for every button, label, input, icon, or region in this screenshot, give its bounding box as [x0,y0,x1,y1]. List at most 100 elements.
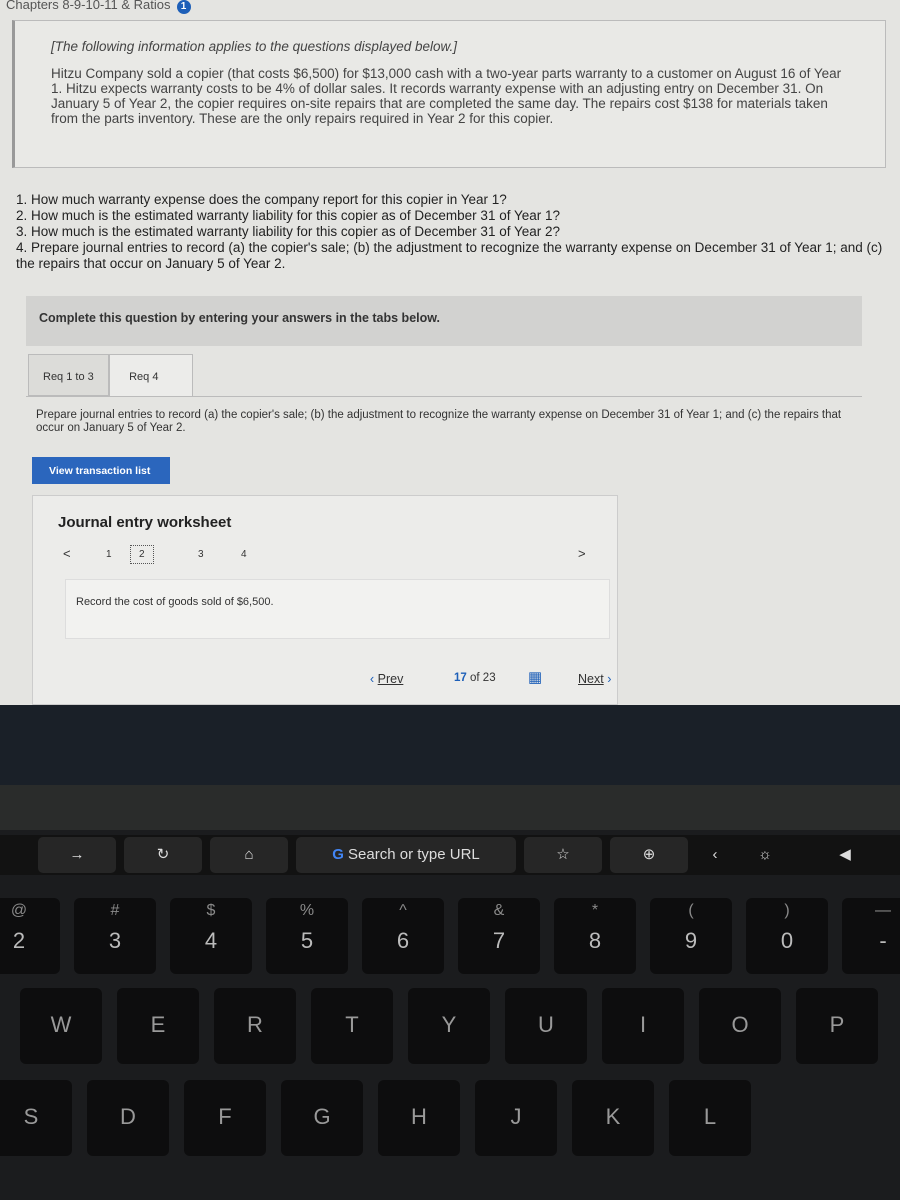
total-questions: 23 [482,672,496,684]
key-shift-label: # [110,902,120,919]
key-label: J [510,1104,522,1129]
brightness-icon[interactable]: ☼ [740,837,790,873]
key-label: O [731,1012,749,1037]
key-label: 0 [780,928,794,953]
pager-page-1[interactable]: 1 [106,549,112,560]
pager-next-button[interactable]: > [578,546,586,561]
tab-req-4[interactable]: Req 4 [108,354,193,396]
chevron-left-icon: ‹ [370,672,375,686]
key-u[interactable]: U [505,988,587,1064]
key-h[interactable]: H [378,1080,460,1156]
key-y[interactable]: Y [408,988,490,1064]
breadcrumb[interactable]: Chapters 8-9-10-11 & Ratios 1 [6,0,191,14]
key-d[interactable]: D [87,1080,169,1156]
info-badge[interactable]: 1 [176,0,191,14]
key-g[interactable]: G [281,1080,363,1156]
question-1: 1. How much warranty expense does the co… [16,192,507,207]
key-label: Y [441,1012,457,1037]
next-button[interactable]: Next › [578,672,611,686]
key-label: - [879,928,887,953]
key-label: D [120,1104,136,1129]
prev-button[interactable]: ‹ Prev [370,672,403,686]
pager-page-4[interactable]: 4 [241,549,247,560]
question-list: 1. How much warranty expense does the co… [16,192,886,272]
key-r[interactable]: R [214,988,296,1064]
key-j[interactable]: J [475,1080,557,1156]
key-e[interactable]: E [117,988,199,1064]
info-intro: [The following information applies to th… [51,39,457,54]
key-label: K [605,1104,621,1129]
key-shift-label: @ [10,902,28,919]
key-0[interactable]: @2 [0,898,60,974]
key-label: E [150,1012,166,1037]
key-t[interactable]: T [311,988,393,1064]
pager-page-3[interactable]: 3 [198,549,204,560]
key-shift-label: * [591,902,599,919]
url-search-button[interactable]: G Search or type URL [296,837,516,873]
key-label: 5 [300,928,314,953]
of-label: of [470,672,480,684]
google-icon: G [332,846,344,863]
reload-icon[interactable]: ↻ [124,837,202,873]
tab-req-1-3[interactable]: Req 1 to 3 [28,354,109,396]
key-w[interactable]: W [20,988,102,1064]
key-l[interactable]: L [669,1080,751,1156]
grid-icon[interactable]: ▦ [528,668,542,686]
key-label: S [23,1104,39,1129]
info-box: [The following information applies to th… [12,20,886,168]
key-8[interactable]: ) 0 [746,898,828,974]
key-label: L [703,1104,717,1129]
key-3[interactable]: % 5 [266,898,348,974]
breadcrumb-text: Chapters 8-9-10-11 & Ratios [6,0,171,12]
pager-prev-button[interactable]: < [63,546,71,561]
key-o[interactable]: O [699,988,781,1064]
url-placeholder: Search or type URL [348,846,480,863]
key-label: 8 [588,928,602,953]
key-shift-label: ( [688,902,694,919]
key-label: R [247,1012,263,1037]
next-label: Next [578,672,604,686]
key-label: G [313,1104,331,1129]
worksheet-title: Journal entry worksheet [58,514,232,531]
key-label: 4 [204,928,218,953]
key-shift-label: & [493,902,505,919]
req-4-panel: Prepare journal entries to record (a) th… [26,396,862,706]
key-f[interactable]: F [184,1080,266,1156]
key-label: 7 [492,928,506,953]
home-icon[interactable]: ⌂ [210,837,288,873]
key-shift-label: ) [784,902,790,919]
key-k[interactable]: K [572,1080,654,1156]
key-i[interactable]: I [602,988,684,1064]
key-label: 3 [108,928,122,953]
key-9[interactable]: — - [842,898,900,974]
pager-page-2[interactable]: 2 [130,545,154,564]
key-label: H [411,1104,427,1129]
forward-icon[interactable]: → [38,837,116,873]
key-p[interactable]: P [796,988,878,1064]
key-shift-label: ^ [399,902,407,919]
new-tab-plus-icon[interactable]: ⊕ [610,837,688,873]
collapse-chevron-icon[interactable]: ‹ [700,837,730,873]
laptop-hinge [0,785,900,830]
key-7[interactable]: (9 [650,898,732,974]
key-label: 6 [396,928,410,953]
instructions-banner: Complete this question by entering your … [26,296,862,346]
chevron-right-icon: › [607,672,612,686]
prev-label: Prev [377,672,404,686]
key-shift-label: $ [206,902,216,919]
key-label: F [218,1104,232,1129]
key-s[interactable]: S [0,1080,72,1156]
key-label: I [639,1012,647,1037]
view-transaction-list-button[interactable]: View transaction list [32,457,170,484]
question-2: 2. How much is the estimated warranty li… [16,208,561,223]
question-4: 4. Prepare journal entries to record (a)… [16,240,883,271]
bookmark-star-icon[interactable]: ☆ [524,837,602,873]
volume-icon[interactable]: ◀ [820,837,870,873]
key-1[interactable]: #3 [74,898,156,974]
key-6[interactable]: * 8 [554,898,636,974]
key-label: P [829,1012,845,1037]
key-2[interactable]: $4 [170,898,252,974]
key-label: 2 [12,928,26,953]
key-4[interactable]: ^ 6 [362,898,444,974]
key-5[interactable]: & 7 [458,898,540,974]
